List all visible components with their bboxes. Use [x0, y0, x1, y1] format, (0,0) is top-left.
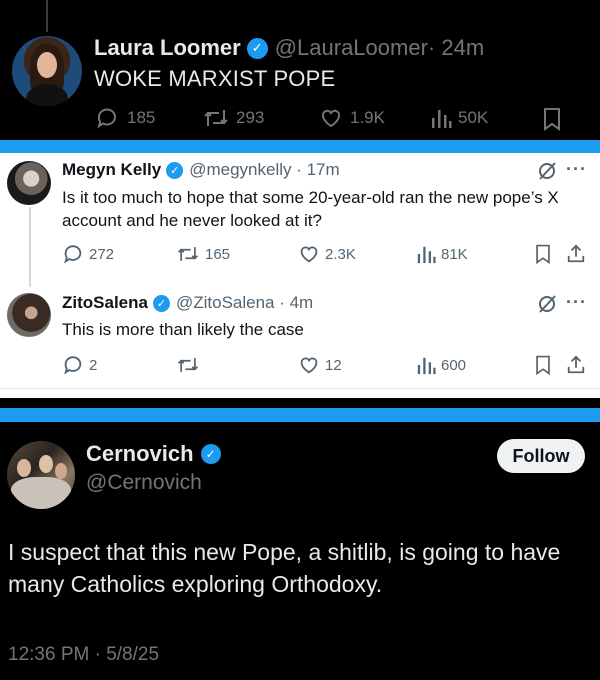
verified-badge-icon: ✓ [152, 294, 170, 312]
divider [0, 388, 600, 389]
grok-icon[interactable] [536, 160, 558, 182]
reply-text: This is more than likely the case [62, 320, 304, 339]
heart-icon [300, 357, 318, 374]
views-icon [432, 110, 452, 128]
share-icon [567, 355, 585, 374]
reply-icon [97, 108, 116, 129]
views-count: 600 [441, 356, 467, 374]
author-handle[interactable]: @megynkelly · 17m [189, 160, 339, 180]
avatar[interactable] [7, 161, 51, 205]
tweet-timestamp[interactable]: 12:36 PM · 5/8/25 [8, 644, 159, 666]
avatar[interactable] [7, 293, 51, 337]
follow-button[interactable]: Follow [497, 439, 585, 473]
reply-count: 272 [89, 245, 115, 263]
author-handle[interactable]: @LauraLoomer [275, 35, 428, 61]
verified-badge-icon: ✓ [200, 444, 221, 464]
separator-bar [0, 140, 600, 153]
tweet-header: Laura Loomer ✓ @LauraLoomer · 24m [94, 35, 484, 61]
reply-button[interactable]: 185 [94, 106, 155, 130]
reply-icon [64, 245, 82, 264]
grok-icon[interactable] [536, 293, 558, 315]
heart-icon [321, 109, 341, 128]
reply-header: ZitoSalena ✓ @ZitoSalena · 4m [62, 293, 313, 313]
tweet-time[interactable]: · 24m [428, 35, 484, 61]
like-button[interactable]: 12 [298, 354, 342, 376]
repost-count: 165 [205, 245, 231, 263]
verified-badge-icon: ✓ [246, 37, 268, 59]
thread-line [29, 207, 31, 287]
bookmark-icon [536, 244, 550, 265]
views-count: 81K [441, 245, 468, 263]
tweet-text: WOKE MARXIST POPE [94, 66, 336, 91]
author-name[interactable]: Laura Loomer [94, 35, 241, 61]
repost-count: 293 [236, 108, 265, 127]
author-name[interactable]: ZitoSalena [62, 293, 148, 313]
repost-icon [177, 358, 199, 372]
reply-header: Megyn Kelly ✓ @megynkelly · 17m [62, 160, 340, 180]
verified-badge-icon: ✓ [166, 161, 184, 179]
repost-icon [177, 247, 199, 261]
tweet-cernovich[interactable]: Cernovich ✓ @Cernovich Follow I suspect … [0, 422, 600, 680]
action-bar: 185 293 1.9K 50K [94, 106, 566, 132]
thread-line [46, 0, 48, 32]
views-button[interactable]: 81K [416, 243, 468, 265]
separator-bar [0, 408, 600, 422]
bookmark-button[interactable] [541, 106, 563, 132]
reply-count: 185 [127, 108, 156, 127]
author-handle[interactable]: @Cernovich [86, 471, 202, 495]
share-button[interactable] [566, 354, 586, 376]
reply-count: 2 [89, 356, 98, 374]
like-button[interactable]: 1.9K [318, 106, 385, 130]
reply-text: Is it too much to hope that some 20-year… [62, 188, 559, 230]
share-icon [567, 244, 585, 263]
heart-icon [300, 246, 318, 263]
tweet-laura-loomer[interactable]: Laura Loomer ✓ @LauraLoomer · 24m WOKE M… [0, 0, 600, 140]
author-name-row: Cernovich ✓ [86, 441, 221, 467]
separator-strip [0, 398, 600, 408]
repost-button[interactable] [176, 354, 200, 376]
like-count: 1.9K [350, 108, 385, 127]
repost-icon [204, 110, 228, 126]
reply-icon [64, 356, 82, 375]
action-bar: 272 165 2.3K 81K [62, 243, 588, 267]
views-icon [417, 357, 436, 375]
action-bar: 2 12 600 [62, 354, 588, 378]
views-icon [417, 246, 436, 264]
like-button[interactable]: 2.3K [298, 243, 356, 265]
reply-button[interactable]: 272 [62, 243, 114, 265]
views-count: 50K [458, 108, 489, 127]
views-button[interactable]: 50K [430, 106, 488, 130]
tweet-text: I suspect that this new Pope, a shitlib,… [8, 539, 561, 597]
author-handle[interactable]: @ZitoSalena · 4m [176, 293, 313, 313]
bookmark-icon [536, 355, 550, 376]
repost-button[interactable]: 293 [202, 106, 264, 130]
views-button[interactable]: 600 [416, 354, 466, 376]
author-name[interactable]: Megyn Kelly [62, 160, 161, 180]
more-icon[interactable]: ··· [566, 159, 587, 180]
repost-button[interactable]: 165 [176, 243, 230, 265]
author-name[interactable]: Cernovich [86, 441, 194, 467]
avatar[interactable] [12, 36, 82, 106]
avatar[interactable] [7, 441, 75, 509]
replies-panel: Megyn Kelly ✓ @megynkelly · 17m ··· Is i… [0, 153, 600, 398]
like-count: 12 [325, 356, 342, 374]
like-count: 2.3K [325, 245, 356, 263]
reply-button[interactable]: 2 [62, 354, 97, 376]
bookmark-button[interactable] [533, 354, 553, 376]
more-icon[interactable]: ··· [566, 292, 587, 313]
share-button[interactable] [566, 243, 586, 265]
bookmark-icon [544, 108, 560, 131]
bookmark-button[interactable] [533, 243, 553, 265]
